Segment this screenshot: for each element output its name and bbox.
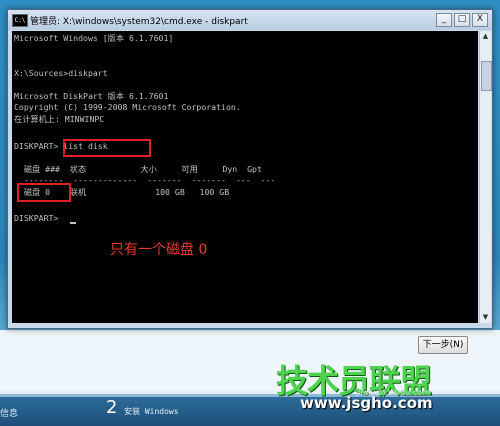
step-collect-info-label: 信息 bbox=[0, 409, 19, 419]
close-button[interactable]: X bbox=[472, 13, 488, 27]
scroll-thumb[interactable] bbox=[481, 61, 492, 91]
window-title: 管理员: X:\windows\system32\cmd.exe - diskp… bbox=[30, 17, 248, 27]
scroll-up-icon[interactable]: ▲ bbox=[480, 31, 491, 42]
text-cursor bbox=[70, 222, 76, 224]
step-number: 2 bbox=[106, 397, 118, 418]
vertical-scrollbar[interactable]: ▲ ▼ bbox=[479, 31, 492, 323]
scroll-down-icon[interactable]: ▼ bbox=[480, 312, 491, 323]
annotation-text: 只有一个磁盘 0 bbox=[110, 242, 208, 258]
console-line: 磁盘 ### 状态 大小 可用 Dyn Gpt bbox=[14, 164, 262, 174]
console-line: 在计算机上: MINWINPC bbox=[14, 114, 105, 124]
console-line: DISKPART> bbox=[14, 213, 64, 223]
step-install-label: 安装 Windows bbox=[124, 407, 179, 416]
console-line: Microsoft DiskPart 版本 6.1.7601 bbox=[14, 91, 169, 101]
maximize-button[interactable]: □ bbox=[454, 13, 470, 27]
highlight-command-box bbox=[63, 139, 151, 157]
console-line: X:\Sources>diskpart bbox=[14, 68, 108, 78]
console-icon[interactable]: C:\ bbox=[12, 14, 28, 27]
highlight-disk-box bbox=[17, 183, 71, 202]
console-line: Copyright (C) 1999-2008 Microsoft Corpor… bbox=[14, 102, 241, 112]
console-output[interactable]: Microsoft Windows [版本 6.1.7601] X:\Sourc… bbox=[12, 31, 478, 323]
watermark-url: www.jsgho.com bbox=[300, 394, 433, 412]
console-line: Microsoft Windows [版本 6.1.7601] bbox=[14, 33, 174, 43]
cmd-window: C:\ 管理员: X:\windows\system32\cmd.exe - d… bbox=[7, 9, 493, 329]
title-bar[interactable]: C:\ 管理员: X:\windows\system32\cmd.exe - d… bbox=[8, 10, 492, 30]
minimize-button[interactable]: _ bbox=[436, 13, 452, 27]
next-button[interactable]: 下一步(N) bbox=[418, 336, 468, 354]
